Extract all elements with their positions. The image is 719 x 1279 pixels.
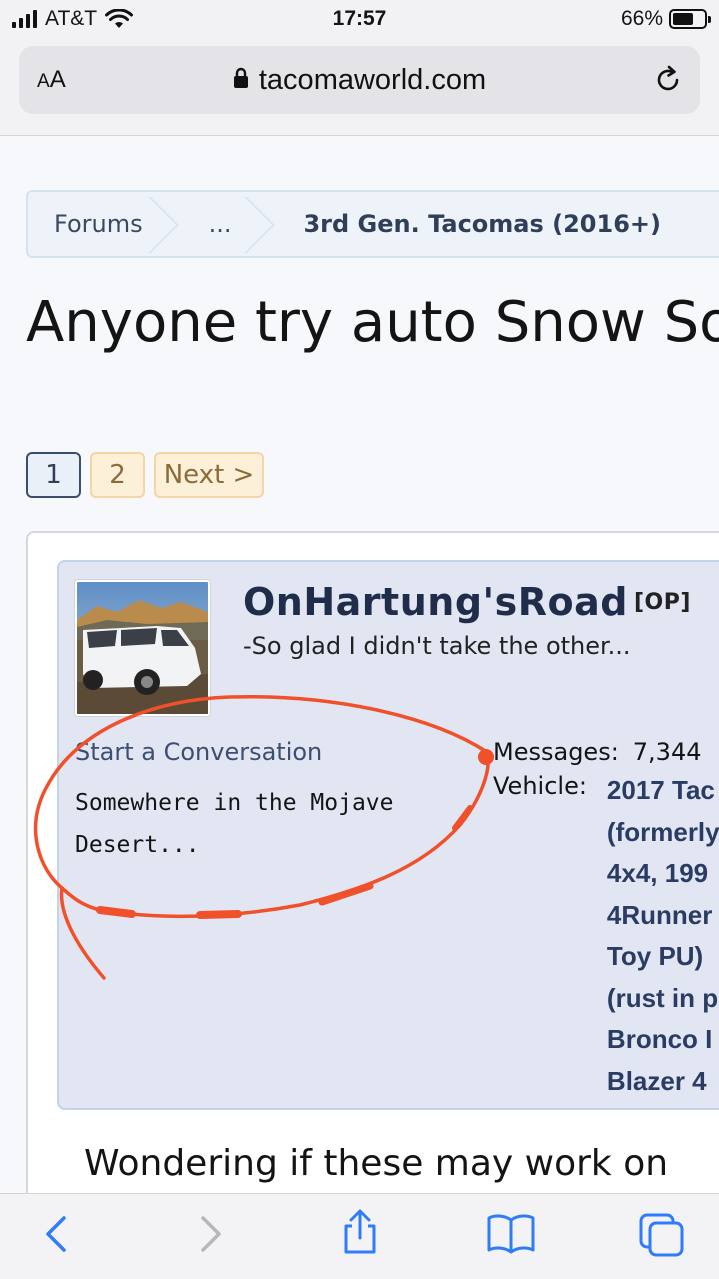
- back-button[interactable]: [40, 1214, 74, 1254]
- post: OnHartung'sRoad [OP] -So glad I didn't ta…: [26, 531, 719, 1231]
- op-badge: [OP]: [633, 590, 691, 615]
- breadcrumb-forums[interactable]: Forums: [28, 192, 175, 256]
- page-1-button[interactable]: 1: [26, 452, 81, 498]
- username-link[interactable]: OnHartung'sRoad [OP]: [243, 580, 691, 624]
- user-location: Somewhere in the Mojave Desert...: [75, 782, 435, 866]
- thread-title: Anyone try auto Snow So: [26, 290, 719, 355]
- bookmarks-button[interactable]: [486, 1212, 536, 1254]
- vehicle-line[interactable]: Toy PU): [607, 936, 719, 978]
- messages-label: Messages:: [493, 738, 619, 766]
- status-bar: AT&T 17:57 66%: [0, 0, 719, 40]
- battery-percent: 66%: [620, 7, 663, 30]
- tabs-button[interactable]: [638, 1212, 686, 1258]
- vehicle-line[interactable]: Bronco I: [607, 1019, 719, 1061]
- address-bar[interactable]: AA tacomaworld.com: [19, 46, 700, 114]
- page-2-button[interactable]: 2: [90, 452, 145, 498]
- vehicle-line[interactable]: (rust in p: [607, 978, 719, 1020]
- forward-button[interactable]: [193, 1214, 227, 1254]
- battery-icon: [669, 9, 711, 29]
- location-line-1: Somewhere in the Mojave: [75, 790, 394, 816]
- user-info-block: OnHartung'sRoad [OP] -So glad I didn't ta…: [57, 560, 719, 1110]
- user-title: -So glad I didn't take the other...: [243, 632, 631, 660]
- next-page-button[interactable]: Next >: [154, 452, 264, 498]
- browser-chrome: AA tacomaworld.com: [0, 40, 719, 136]
- vehicle-line[interactable]: (formerly: [607, 812, 719, 854]
- start-conversation-link[interactable]: Start a Conversation: [75, 738, 322, 766]
- breadcrumb-ellipsis[interactable]: ...: [175, 192, 272, 256]
- vehicle-line[interactable]: 2017 Tac: [607, 770, 719, 812]
- avatar[interactable]: [75, 580, 210, 716]
- vehicle-line[interactable]: 4x4, 199: [607, 853, 719, 895]
- vehicle-line[interactable]: 4Runner: [607, 895, 719, 937]
- vehicle-label: Vehicle:: [493, 772, 587, 800]
- breadcrumb-3rd-gen-tacomas[interactable]: 3rd Gen. Tacomas (2016+): [271, 192, 692, 256]
- clock: 17:57: [332, 7, 387, 30]
- reload-icon[interactable]: [652, 64, 684, 96]
- post-body: Wondering if these may work on: [84, 1143, 669, 1184]
- messages-count: 7,344: [632, 738, 702, 766]
- browser-toolbar: [0, 1193, 719, 1279]
- vehicle-line[interactable]: Blazer 4: [607, 1061, 719, 1103]
- location-line-2: Desert...: [75, 832, 200, 858]
- breadcrumb: Forums ... 3rd Gen. Tacomas (2016+): [26, 190, 719, 258]
- lock-icon: [233, 68, 248, 89]
- vehicle-list[interactable]: 2017 Tac (formerly 4x4, 199 4Runner Toy …: [607, 770, 719, 1102]
- url-text[interactable]: tacomaworld.com: [259, 64, 486, 96]
- share-button[interactable]: [338, 1208, 382, 1256]
- user-stats: Messages: 7,344 Vehicle: 2017 Tac (forme…: [493, 738, 719, 1102]
- username[interactable]: OnHartung'sRoad: [243, 580, 628, 624]
- pagination: 1 2 Next >: [26, 452, 264, 498]
